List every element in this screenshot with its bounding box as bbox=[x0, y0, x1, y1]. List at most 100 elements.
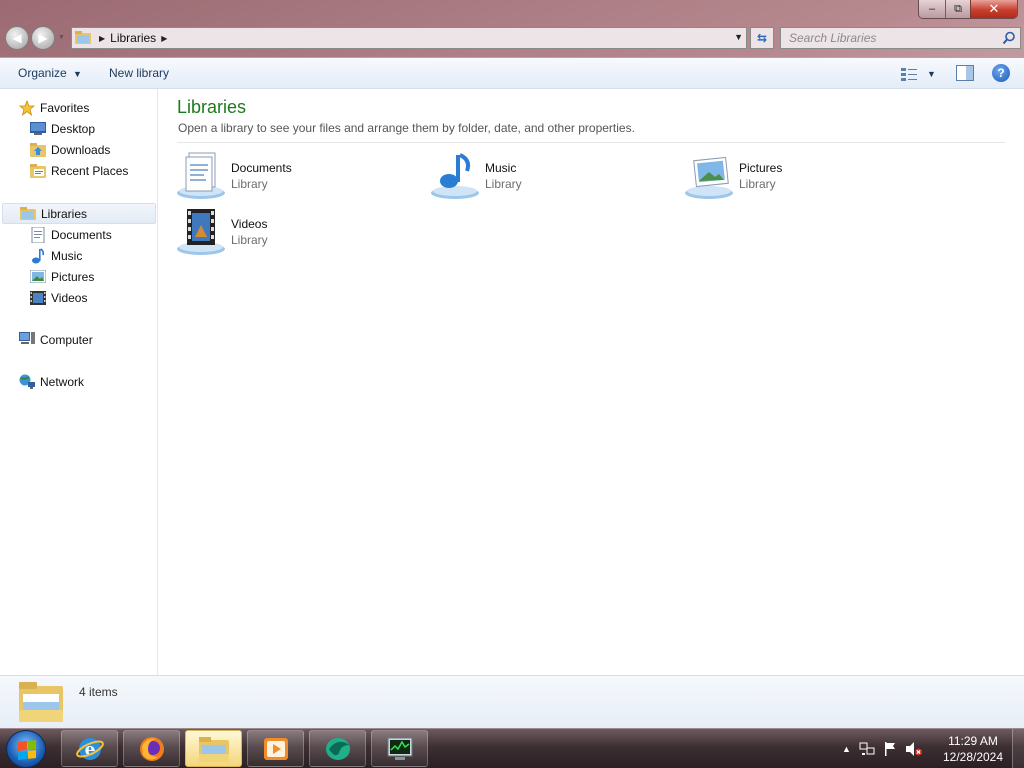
nav-computer[interactable]: Computer bbox=[18, 329, 93, 350]
recent-places-icon bbox=[29, 163, 47, 179]
breadcrumb-libraries[interactable]: Libraries bbox=[110, 31, 156, 45]
restore-button[interactable]: ⧉ bbox=[945, 0, 970, 18]
taskbar-media-player[interactable] bbox=[247, 730, 304, 767]
downloads-icon bbox=[29, 142, 47, 158]
documents-library-icon bbox=[177, 152, 225, 199]
action-center-flag-icon[interactable] bbox=[883, 741, 897, 757]
start-button[interactable] bbox=[6, 730, 46, 768]
music-library-icon bbox=[431, 153, 479, 199]
title-bar: – ⧉ ✕ bbox=[0, 0, 1024, 24]
item-count: 4 items bbox=[79, 685, 118, 699]
nav-libraries[interactable]: Libraries bbox=[2, 203, 156, 224]
taskbar-task-manager[interactable] bbox=[371, 730, 428, 767]
nav-recent-places[interactable]: Recent Places bbox=[29, 160, 128, 181]
nav-favorites[interactable]: Favorites bbox=[18, 97, 89, 118]
window-controls: – ⧉ ✕ bbox=[918, 0, 1018, 19]
close-icon: ✕ bbox=[988, 1, 1000, 16]
app-icon bbox=[325, 737, 350, 760]
recent-pages-button[interactable]: ▼ bbox=[58, 34, 65, 41]
system-tray: ▲ bbox=[842, 729, 923, 768]
taskbar-internet-explorer[interactable]: e bbox=[61, 730, 118, 767]
details-pane: 4 items bbox=[0, 675, 1024, 729]
library-name: Pictures bbox=[739, 161, 783, 175]
windows-logo-icon bbox=[18, 740, 36, 760]
windows-explorer-icon bbox=[198, 736, 229, 762]
organize-button[interactable]: Organize ▼ bbox=[18, 66, 82, 80]
refresh-icon: ⇆ bbox=[756, 31, 768, 45]
libraries-icon bbox=[72, 28, 94, 48]
search-box[interactable] bbox=[780, 27, 1021, 49]
forward-button[interactable]: ▶ bbox=[31, 26, 55, 50]
search-input[interactable] bbox=[789, 31, 989, 45]
address-dropdown-icon[interactable]: ▼ bbox=[734, 32, 743, 42]
back-button[interactable]: ◀ bbox=[5, 26, 29, 50]
show-desktop-button[interactable] bbox=[1012, 729, 1024, 768]
pictures-icon bbox=[29, 269, 47, 285]
library-name: Music bbox=[485, 161, 517, 175]
chevron-down-icon: ▼ bbox=[73, 69, 82, 79]
breadcrumb-chevron-icon[interactable]: ▶ bbox=[161, 34, 167, 43]
pictures-library-icon bbox=[685, 156, 733, 199]
libraries-icon bbox=[19, 206, 37, 222]
network-icon bbox=[18, 374, 36, 390]
explorer-window: Organize ▼ New library ▼ ? Favorites Des… bbox=[0, 57, 1024, 729]
back-arrow-icon: ◀ bbox=[12, 31, 22, 45]
minimize-button[interactable]: – bbox=[919, 0, 945, 18]
clock[interactable]: 11:29 AM 12/28/2024 bbox=[938, 733, 1008, 765]
minimize-icon: – bbox=[928, 3, 936, 15]
internet-explorer-icon: e bbox=[75, 737, 104, 760]
close-button[interactable]: ✕ bbox=[970, 0, 1017, 18]
command-bar: Organize ▼ New library ▼ ? bbox=[0, 58, 1024, 89]
desktop-icon bbox=[29, 121, 47, 137]
restore-icon: ⧉ bbox=[954, 2, 962, 15]
breadcrumb-chevron-icon[interactable]: ▶ bbox=[99, 34, 105, 43]
show-hidden-icons-icon[interactable]: ▲ bbox=[842, 744, 851, 754]
help-button[interactable]: ? bbox=[992, 64, 1010, 82]
clock-time: 11:29 AM bbox=[948, 734, 998, 748]
view-options-icon bbox=[901, 68, 917, 81]
refresh-button[interactable]: ⇆ bbox=[750, 27, 774, 49]
nav-pictures[interactable]: Pictures bbox=[29, 266, 94, 287]
nav-desktop[interactable]: Desktop bbox=[29, 118, 95, 139]
nav-music[interactable]: Music bbox=[29, 245, 82, 266]
nav-downloads[interactable]: Downloads bbox=[29, 139, 110, 160]
navigation-pane: Favorites Desktop Downloads Recent Place… bbox=[0, 89, 158, 675]
videos-icon bbox=[29, 290, 47, 306]
library-type: Library bbox=[739, 177, 776, 191]
help-icon: ? bbox=[997, 66, 1005, 80]
libraries-folder-icon bbox=[19, 682, 63, 722]
library-type: Library bbox=[231, 177, 268, 191]
library-music[interactable]: Music Library bbox=[431, 151, 671, 203]
new-library-button[interactable]: New library bbox=[109, 66, 169, 80]
computer-icon bbox=[18, 332, 36, 348]
library-name: Videos bbox=[231, 217, 268, 231]
preview-pane-icon bbox=[956, 65, 974, 81]
library-type: Library bbox=[231, 233, 268, 247]
media-player-icon bbox=[263, 737, 288, 760]
clock-date: 12/28/2024 bbox=[942, 750, 1004, 764]
library-type: Library bbox=[485, 177, 522, 191]
divider bbox=[177, 142, 1005, 143]
taskbar-windows-explorer[interactable] bbox=[185, 730, 242, 767]
star-icon bbox=[18, 99, 36, 116]
preview-pane-button[interactable] bbox=[956, 65, 974, 81]
videos-library-icon bbox=[177, 209, 225, 255]
nav-documents[interactable]: Documents bbox=[29, 224, 112, 245]
library-pictures[interactable]: Pictures Library bbox=[685, 151, 925, 203]
volume-muted-icon[interactable] bbox=[905, 741, 923, 757]
library-documents[interactable]: Documents Library bbox=[177, 151, 417, 203]
library-videos[interactable]: Videos Library bbox=[177, 207, 417, 259]
taskbar-app[interactable] bbox=[309, 730, 366, 767]
nav-network[interactable]: Network bbox=[18, 371, 84, 392]
change-view-button[interactable]: ▼ bbox=[901, 65, 941, 83]
firefox-icon bbox=[139, 736, 164, 761]
taskbar-firefox[interactable] bbox=[123, 730, 180, 767]
nav-videos[interactable]: Videos bbox=[29, 287, 87, 308]
task-manager-icon bbox=[387, 737, 412, 760]
search-icon[interactable] bbox=[1002, 31, 1016, 45]
music-icon bbox=[29, 247, 47, 264]
network-status-icon[interactable] bbox=[859, 741, 875, 757]
address-bar[interactable]: ▶ Libraries ▶ ▼ bbox=[71, 27, 747, 49]
taskbar: e ▲ 11:29 AM 12/28/2024 bbox=[0, 728, 1024, 768]
documents-icon bbox=[29, 226, 47, 243]
